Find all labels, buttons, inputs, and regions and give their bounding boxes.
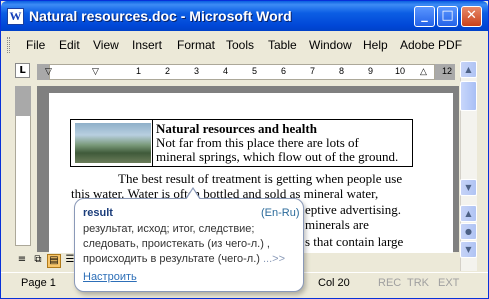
ruler-number: 2: [165, 66, 171, 76]
ruler-number: 1: [136, 66, 142, 76]
tooltip-translation-line: следовать, проистекать (из чего-л.) ,: [83, 238, 270, 250]
body-text-line: The best result of treatment is getting …: [118, 171, 403, 186]
vertical-ruler-top-margin: [15, 86, 31, 116]
tooltip-word: result: [83, 207, 113, 219]
menu-table[interactable]: Table: [268, 38, 297, 52]
select-browse-object-button[interactable]: ●: [460, 223, 477, 240]
ruler-indent-marker[interactable]: ▽: [45, 66, 52, 77]
tooltip-line3-text: происходить в результате (чего-л.): [83, 253, 260, 265]
scroll-thumb[interactable]: [460, 81, 477, 111]
window-title: Natural resources.doc - Microsoft Word: [29, 8, 292, 24]
ruler-number: 7: [310, 66, 316, 76]
table-text-line: mineral springs, which flow out of the g…: [156, 149, 399, 164]
status-page: Page 1: [21, 277, 56, 289]
ruler-number: 6: [281, 66, 287, 76]
ruler-first-line-marker[interactable]: ▽: [92, 66, 99, 77]
status-rec[interactable]: REC: [378, 277, 401, 289]
tooltip-translation-line: результат, исход; итог, следствие;: [83, 223, 255, 235]
menu-help[interactable]: Help: [363, 38, 388, 52]
ruler-number: 9: [368, 66, 374, 76]
tooltip-pointer-fill: [186, 189, 200, 200]
body-text-line: s that contain large: [305, 234, 404, 249]
menu-tools[interactable]: Tools: [226, 38, 254, 52]
menu-edit[interactable]: Edit: [59, 38, 80, 52]
menu-bar: File Edit View Insert Format Tools Table…: [1, 32, 488, 58]
menu-file[interactable]: File: [26, 38, 45, 52]
title-bar[interactable]: W Natural resources.doc - Microsoft Word…: [1, 1, 488, 31]
ruler-number: 10: [395, 66, 406, 76]
next-page-button[interactable]: ▼: [460, 241, 477, 258]
close-button[interactable]: ✕: [461, 6, 482, 27]
minimize-button[interactable]: _: [414, 6, 435, 27]
menu-format[interactable]: Format: [177, 38, 215, 52]
tooltip-language-pair: (En-Ru): [261, 207, 300, 219]
word-window: W Natural resources.doc - Microsoft Word…: [0, 0, 489, 299]
ruler-number: 8: [339, 66, 345, 76]
menu-view[interactable]: View: [93, 38, 119, 52]
status-trk[interactable]: TRK: [407, 277, 429, 289]
tooltip-settings-link[interactable]: Настроить: [83, 271, 137, 283]
web-layout-view-icon[interactable]: ⧉: [31, 254, 45, 268]
tooltip-more-link[interactable]: ...>>: [263, 253, 285, 265]
menu-adobe-pdf[interactable]: Adobe PDF: [400, 38, 462, 52]
horizontal-ruler[interactable]: [49, 64, 435, 80]
tooltip-translation-line: происходить в результате (чего-л.) ...>>: [83, 253, 285, 265]
body-text-line: minerals are: [305, 217, 369, 232]
ruler-number: 4: [223, 66, 229, 76]
ruler-number: 3: [194, 66, 200, 76]
ruler-number: 12: [442, 66, 453, 76]
toolbar-grip[interactable]: [7, 37, 10, 53]
landscape-image[interactable]: [75, 123, 151, 163]
tab-stop-selector[interactable]: L: [15, 63, 30, 78]
word-app-icon[interactable]: W: [7, 8, 24, 25]
normal-view-icon[interactable]: ≡: [15, 254, 29, 268]
scroll-up-button[interactable]: ▲: [460, 61, 477, 78]
status-column: Col 20: [318, 277, 350, 289]
body-text-line: eptive advertising.: [305, 202, 402, 217]
menu-window[interactable]: Window: [309, 38, 352, 52]
menu-insert[interactable]: Insert: [132, 38, 162, 52]
previous-page-button[interactable]: ▲: [460, 205, 477, 222]
print-layout-view-icon[interactable]: ▤: [47, 254, 61, 268]
ruler-number: 5: [252, 66, 258, 76]
scroll-down-button[interactable]: ▼: [460, 179, 477, 196]
maximize-button[interactable]: □: [437, 6, 458, 27]
ruler-right-indent-marker[interactable]: △: [420, 66, 427, 77]
status-ext[interactable]: EXT: [438, 277, 459, 289]
